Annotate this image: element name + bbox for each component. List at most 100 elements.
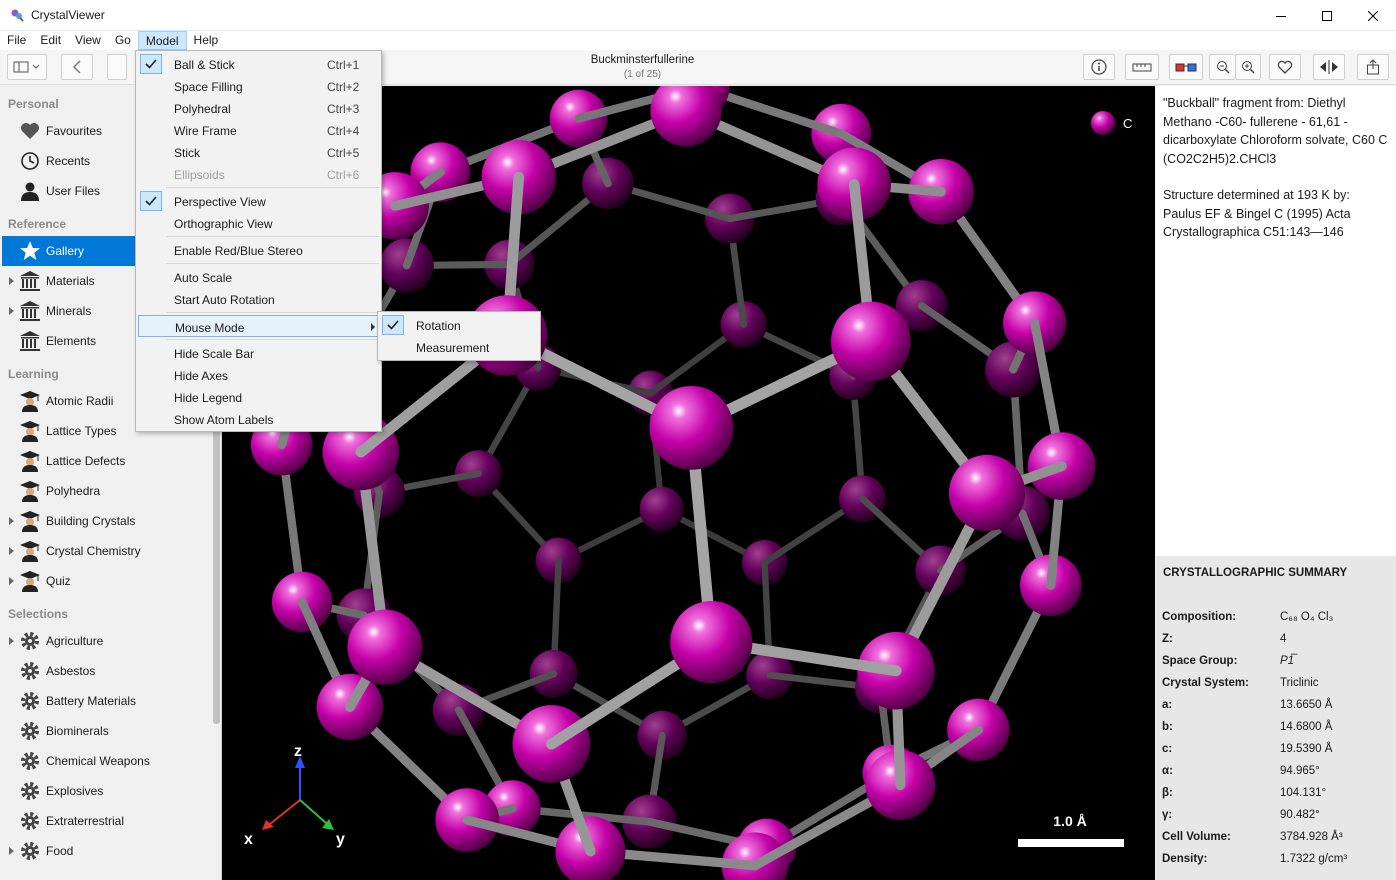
sidebar-item-asbestos[interactable]: Asbestos <box>2 656 135 686</box>
carbon-atom[interactable] <box>650 86 722 147</box>
sidebar-item-materials[interactable]: Materials <box>2 266 135 296</box>
menu-go[interactable]: Go <box>108 31 138 50</box>
sidebar-item-label: Materials <box>46 274 95 288</box>
gear-icon <box>21 722 39 740</box>
menu-item-stick[interactable]: Stick Ctrl+5 <box>138 141 379 163</box>
sidebar-item-lattice-types[interactable]: Lattice Types <box>2 416 135 446</box>
zoom-out-button[interactable] <box>1209 54 1235 80</box>
sidebar-item-label: Lattice Defects <box>46 454 126 468</box>
sidebar-item-lattice-defects[interactable]: Lattice Defects <box>2 446 135 476</box>
sidebar-item-battery-materials[interactable]: Battery Materials <box>2 686 136 716</box>
sidebar-item-label: Atomic Radii <box>46 394 114 408</box>
menu-item-orthographic-view[interactable]: Orthographic View <box>138 212 379 234</box>
menu-item-measurement[interactable]: Measurement <box>380 336 538 358</box>
sidebar-item-crystal-chemistry[interactable]: Crystal Chemistry <box>2 536 141 566</box>
menu-help[interactable]: Help <box>187 31 226 50</box>
carbon-atom[interactable] <box>649 385 734 470</box>
sidebar-item-elements[interactable]: Elements <box>2 326 135 356</box>
close-button[interactable] <box>1350 0 1396 31</box>
expand-arrow-icon[interactable] <box>9 277 14 285</box>
menu-item-space-filling[interactable]: Space Filling Ctrl+2 <box>138 75 379 97</box>
favourite-button[interactable] <box>1269 54 1301 80</box>
summary-key: Z: <box>1162 633 1173 645</box>
menu-item-show-atom-labels[interactable]: Show Atom Labels <box>138 408 379 430</box>
sidebar-item-user-files[interactable]: User Files <box>2 176 135 206</box>
sidebar-item-building-crystals[interactable]: Building Crystals <box>2 506 135 536</box>
carbon-atom[interactable] <box>831 301 911 382</box>
summary-key: Composition: <box>1162 611 1237 623</box>
menu-item-red-blue-stereo[interactable]: Enable Red/Blue Stereo <box>138 239 379 261</box>
carbon-atom[interactable] <box>347 609 423 685</box>
menu-item-label: Orthographic View <box>174 217 273 231</box>
sidebar-item-extraterrestrial[interactable]: Extraterrestrial <box>2 806 135 836</box>
sidebar-item-food[interactable]: Food <box>2 836 135 866</box>
sidebar-item-label: Food <box>46 844 74 858</box>
menu-item-auto-rotation[interactable]: Start Auto Rotation <box>138 288 379 310</box>
section-header-personal: Personal <box>8 97 59 111</box>
menu-item-auto-scale[interactable]: Auto Scale <box>138 266 379 288</box>
menu-model[interactable]: Model <box>137 31 187 50</box>
sidebar-item-label: Lattice Types <box>46 424 117 438</box>
expand-arrow-icon[interactable] <box>9 517 14 525</box>
sidebar-item-atomic-radii[interactable]: Atomic Radii <box>2 386 135 416</box>
structure-reference: Structure determined at 193 K by: Paulus… <box>1163 188 1351 239</box>
sidebar-toggle-button[interactable] <box>7 54 47 80</box>
sidebar-item-quiz[interactable]: Quiz <box>2 566 135 596</box>
expand-arrow-icon[interactable] <box>9 307 14 315</box>
carbon-atom[interactable] <box>948 454 1026 532</box>
menu-item-label: Polyhedral <box>174 102 231 116</box>
menu-item-hide-scale-bar[interactable]: Hide Scale Bar <box>138 342 379 364</box>
menu-item-label: Mouse Mode <box>175 321 245 335</box>
scale-bar <box>1018 839 1124 847</box>
sidebar-item-explosives[interactable]: Explosives <box>2 776 135 806</box>
clock-icon <box>21 152 39 170</box>
menu-item-shortcut: Ctrl+6 <box>327 168 360 182</box>
measure-button[interactable] <box>1125 54 1159 80</box>
menu-item-rotation[interactable]: Rotation <box>380 314 538 336</box>
sidebar-item-agriculture[interactable]: Agriculture <box>2 626 135 656</box>
menu-view[interactable]: View <box>68 31 108 50</box>
maximize-button[interactable] <box>1304 0 1350 31</box>
menu-item-hide-axes[interactable]: Hide Axes <box>138 364 379 386</box>
structure-description: "Buckball" fragment from: Diethyl Methan… <box>1163 96 1388 166</box>
back-button[interactable] <box>61 54 93 80</box>
share-button[interactable] <box>1357 54 1389 80</box>
expand-arrow-icon[interactable] <box>9 847 14 855</box>
carbon-atom[interactable] <box>639 486 684 532</box>
menu-separator <box>166 339 379 340</box>
flip-button[interactable] <box>1313 54 1345 80</box>
summary-value: 4 <box>1280 633 1287 645</box>
menu-item-wire-frame[interactable]: Wire Frame Ctrl+4 <box>138 119 379 141</box>
menu-file[interactable]: File <box>0 31 33 50</box>
menu-item-label: Hide Scale Bar <box>174 347 255 361</box>
slider-handle[interactable] <box>107 54 127 80</box>
menu-item-ball-stick[interactable]: Ball & Stick Ctrl+1 <box>138 53 379 75</box>
menu-item-shortcut: Ctrl+1 <box>327 58 360 72</box>
sidebar-item-biominerals[interactable]: Biominerals <box>2 716 135 746</box>
expand-arrow-icon[interactable] <box>9 637 14 645</box>
sidebar-item-favourites[interactable]: Favourites <box>2 116 135 146</box>
info-button[interactable] <box>1083 54 1115 80</box>
sidebar-item-label: Chemical Weapons <box>46 754 150 768</box>
menu-item-mouse-mode[interactable]: Mouse Mode <box>138 315 379 337</box>
menu-item-shortcut: Ctrl+2 <box>327 80 360 94</box>
minimize-button[interactable] <box>1258 0 1304 31</box>
summary-value: 3784.928 Å³ <box>1280 831 1343 843</box>
chevron-left-icon <box>72 60 81 74</box>
menu-item-hide-legend[interactable]: Hide Legend <box>138 386 379 408</box>
menu-item-polyhedral[interactable]: Polyhedral Ctrl+3 <box>138 97 379 119</box>
sidebar-item-polyhedra[interactable]: Polyhedra <box>2 476 135 506</box>
menu-edit[interactable]: Edit <box>33 31 68 50</box>
sidebar-item-minerals[interactable]: Minerals <box>2 296 135 326</box>
sidebar-item-recents[interactable]: Recents <box>2 146 135 176</box>
summary-key: Crystal System: <box>1162 677 1249 689</box>
menu-item-perspective-view[interactable]: Perspective View <box>138 190 379 212</box>
stereo-button[interactable] <box>1169 54 1203 80</box>
sidebar-item-gallery[interactable]: Gallery <box>2 236 135 266</box>
expand-arrow-icon[interactable] <box>9 577 14 585</box>
zoom-in-button[interactable] <box>1235 54 1261 80</box>
sidebar-item-chemical-weapons[interactable]: Chemical Weapons <box>2 746 150 776</box>
expand-arrow-icon[interactable] <box>9 547 14 555</box>
building-icon <box>20 301 40 321</box>
carbon-atom[interactable] <box>670 600 753 684</box>
